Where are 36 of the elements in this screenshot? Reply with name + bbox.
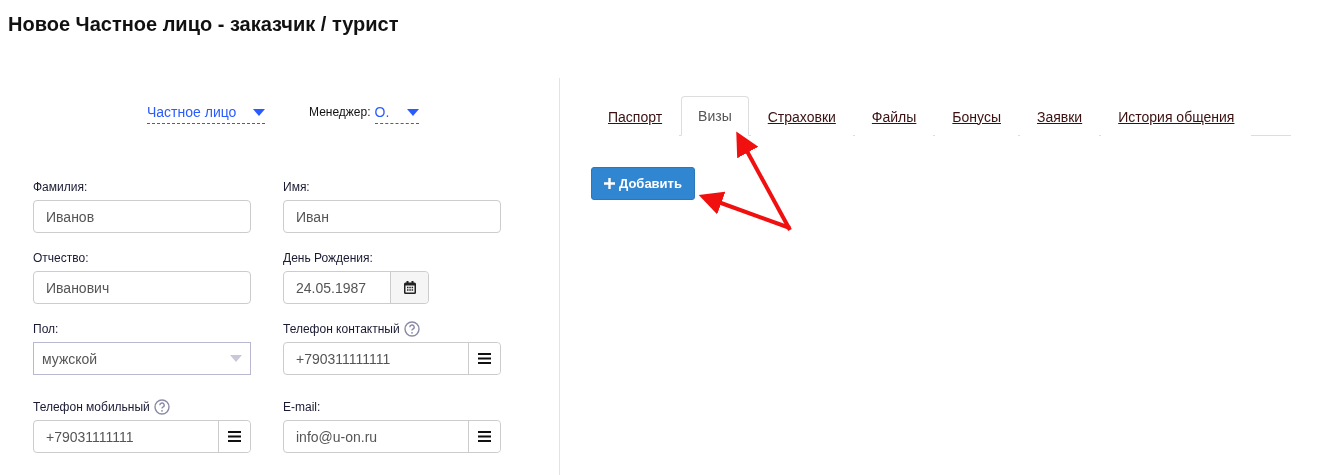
caret-icon bbox=[406, 108, 419, 116]
menu-icon bbox=[478, 353, 491, 364]
manager-label: Менеджер: bbox=[309, 105, 371, 121]
caret-icon bbox=[253, 108, 265, 116]
field-label: День Рождения: bbox=[283, 251, 373, 265]
plus-icon bbox=[604, 178, 615, 189]
field-label: E-mail: bbox=[283, 400, 321, 414]
text-field[interactable]: Иванов bbox=[33, 200, 251, 233]
date-field[interactable]: 24.05.1987 bbox=[283, 271, 429, 304]
menu-button[interactable] bbox=[218, 421, 250, 452]
calendar-button[interactable] bbox=[390, 272, 428, 303]
menu-icon bbox=[478, 431, 491, 442]
help-icon[interactable] bbox=[403, 321, 420, 337]
text-field[interactable]: Иван bbox=[283, 200, 501, 233]
field-label: Имя: bbox=[283, 180, 310, 194]
help-icon[interactable] bbox=[153, 399, 170, 415]
field-label: Фамилия: bbox=[33, 180, 88, 194]
caret-icon bbox=[230, 355, 242, 362]
person-type-dropdown[interactable]: Частное лицо bbox=[147, 104, 265, 124]
menu-button[interactable] bbox=[468, 343, 500, 374]
field-label: Телефон мобильный bbox=[33, 400, 150, 414]
add-button[interactable]: Добавить bbox=[591, 167, 695, 200]
menu-icon bbox=[228, 431, 241, 442]
text-field[interactable]: Иванович bbox=[33, 271, 251, 304]
tab[interactable]: Визы bbox=[681, 96, 749, 136]
menu-button[interactable] bbox=[468, 421, 500, 452]
field-label: Пол: bbox=[33, 322, 59, 336]
manager-dropdown[interactable]: О. bbox=[374, 104, 419, 124]
page-title: Новое Частное лицо - заказчик / турист bbox=[7, 12, 400, 37]
gender-select[interactable]: мужской bbox=[33, 342, 251, 375]
field-label: Телефон контактный bbox=[283, 322, 400, 336]
text-field[interactable]: +79031111111 bbox=[33, 420, 251, 453]
field-label: Отчество: bbox=[33, 251, 89, 265]
text-field[interactable]: info@u-on.ru bbox=[283, 420, 501, 453]
calendar-icon bbox=[403, 281, 416, 294]
text-field[interactable]: +790311111111 bbox=[283, 342, 501, 375]
